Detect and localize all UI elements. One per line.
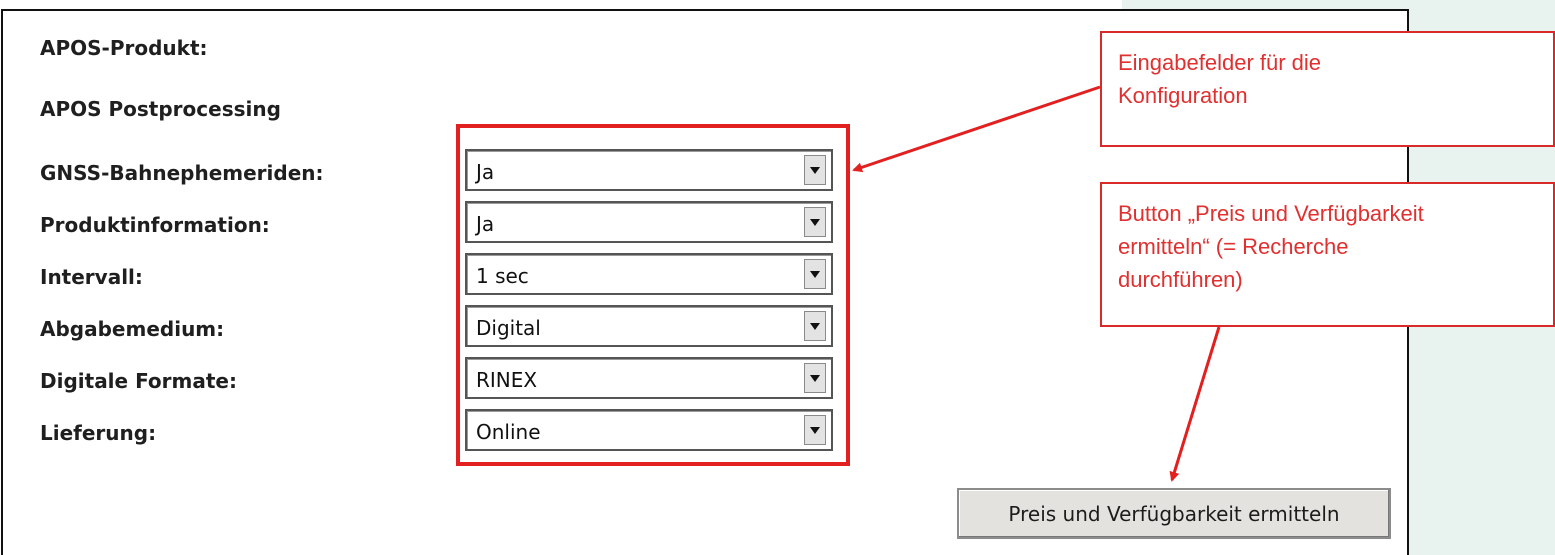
- callout-price-button: Button „Preis und Verfügbarkeit ermittel…: [1100, 182, 1555, 327]
- page: APOS-Produkt: APOS Postprocessing GNSS-B…: [0, 0, 1555, 555]
- callout-input-fields-line-1: Eingabefelder für die: [1118, 50, 1322, 75]
- callout-input-fields-line-2: Konfiguration: [1118, 83, 1248, 108]
- callout-price-button-line-2: ermitteln“ (= Recherche: [1118, 234, 1349, 259]
- field-label-product-information: Produktinformation:: [40, 213, 270, 237]
- callout-price-button-line-3: durchführen): [1118, 267, 1243, 292]
- callout-input-fields: Eingabefelder für die Konfiguration: [1100, 31, 1555, 147]
- input-fields-highlight: [456, 124, 850, 466]
- price-and-availability-button[interactable]: Preis und Verfügbarkeit ermitteln: [957, 488, 1391, 539]
- product-label: APOS-Produkt:: [40, 36, 208, 60]
- field-label-delivery-medium: Abgabemedium:: [40, 317, 225, 341]
- field-label-interval: Intervall:: [40, 265, 143, 289]
- callout-price-button-line-1: Button „Preis und Verfügbarkeit: [1118, 201, 1424, 226]
- product-name: APOS Postprocessing: [40, 97, 281, 121]
- field-label-delivery: Lieferung:: [40, 421, 157, 445]
- field-label-gnss-ephemerides: GNSS-Bahnephemeriden:: [40, 161, 324, 185]
- field-label-digital-formats: Digitale Formate:: [40, 369, 237, 393]
